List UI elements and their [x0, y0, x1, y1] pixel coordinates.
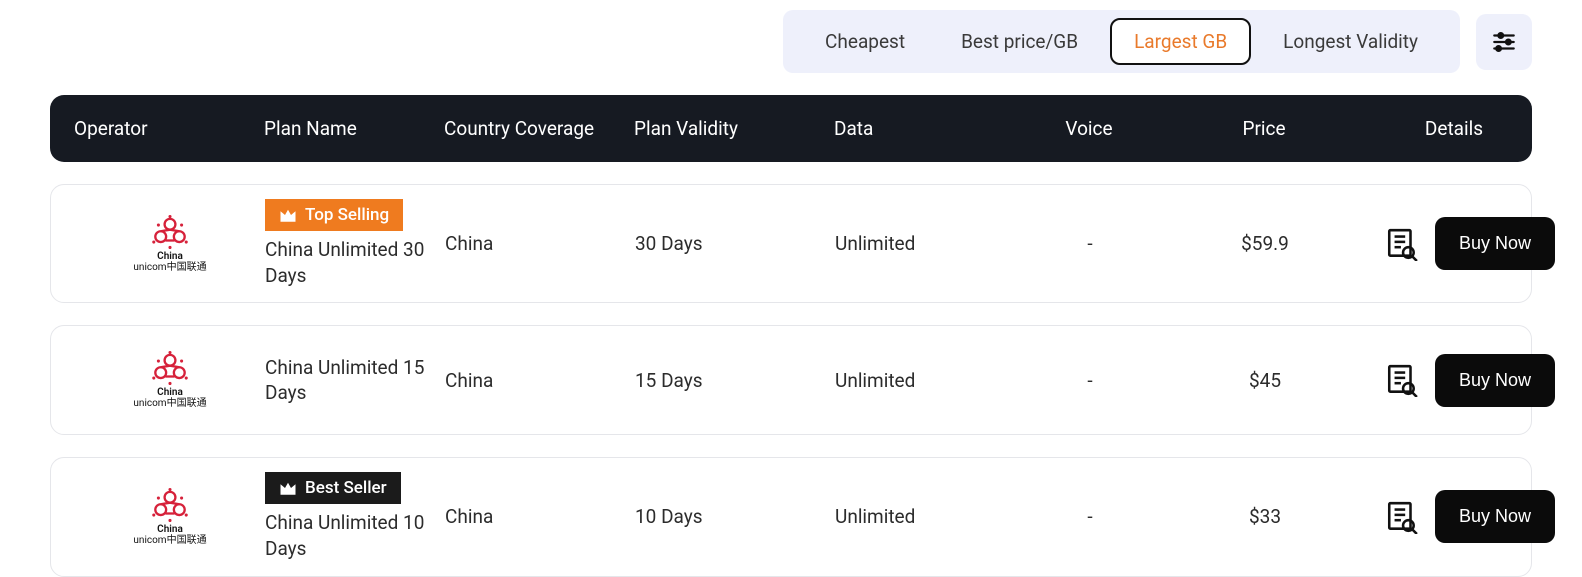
operator-logo: Chinaunicom中国联通	[120, 214, 220, 274]
details-icon[interactable]	[1385, 363, 1419, 397]
plan-name: China Unlimited 30 Days	[265, 237, 445, 288]
plan-badge-text: Best Seller	[305, 478, 387, 498]
details-icon[interactable]	[1385, 500, 1419, 534]
operator-cell: Chinaunicom中国联通	[75, 350, 265, 410]
country-cell: China	[445, 369, 635, 392]
settings-button[interactable]	[1476, 14, 1532, 70]
table-header: Operator Plan Name Country Coverage Plan…	[50, 95, 1532, 162]
operator-logo-text: Chinaunicom中国联通	[133, 387, 206, 409]
validity-cell: 15 Days	[635, 369, 835, 392]
buy-now-button[interactable]: Buy Now	[1435, 217, 1555, 270]
price-cell: $45	[1175, 369, 1355, 392]
filter-tab-cheapest[interactable]: Cheapest	[801, 18, 929, 65]
plan-badge: Top Selling	[265, 199, 403, 231]
plan-badge-text: Top Selling	[305, 205, 389, 225]
plan-name: China Unlimited 10 Days	[265, 510, 445, 561]
details-cell: Buy Now	[1355, 490, 1555, 543]
col-data: Data	[834, 117, 1004, 140]
data-cell: Unlimited	[835, 505, 1005, 528]
plan-cell: China Unlimited 15 Days	[265, 355, 445, 406]
details-cell: Buy Now	[1355, 217, 1555, 270]
validity-cell: 10 Days	[635, 505, 835, 528]
col-voice: Voice	[1004, 117, 1174, 140]
table-row: Chinaunicom中国联通 Top Selling China Unlimite…	[50, 184, 1532, 303]
voice-cell: -	[1005, 505, 1175, 528]
col-details: Details	[1354, 117, 1554, 140]
data-cell: Unlimited	[835, 369, 1005, 392]
voice-cell: -	[1005, 369, 1175, 392]
table-row: Chinaunicom中国联通China Unlimited 15 DaysCh…	[50, 325, 1532, 435]
operator-logo: Chinaunicom中国联通	[120, 487, 220, 547]
price-cell: $59.9	[1175, 232, 1355, 255]
filter-tabs: CheapestBest price/GBLargest GBLongest V…	[783, 10, 1460, 73]
col-validity: Plan Validity	[634, 117, 834, 140]
operator-logo: Chinaunicom中国联通	[120, 350, 220, 410]
col-plan-name: Plan Name	[264, 117, 444, 140]
col-country: Country Coverage	[444, 117, 634, 140]
validity-cell: 30 Days	[635, 232, 835, 255]
filter-tab-longest-validity[interactable]: Longest Validity	[1259, 18, 1442, 65]
col-price: Price	[1174, 117, 1354, 140]
plan-cell: Best Seller China Unlimited 10 Days	[265, 472, 445, 561]
buy-now-button[interactable]: Buy Now	[1435, 354, 1555, 407]
operator-logo-text: Chinaunicom中国联通	[133, 251, 206, 273]
price-cell: $33	[1175, 505, 1355, 528]
buy-now-button[interactable]: Buy Now	[1435, 490, 1555, 543]
voice-cell: -	[1005, 232, 1175, 255]
operator-cell: Chinaunicom中国联通	[75, 214, 265, 274]
filter-tab-best-price-gb[interactable]: Best price/GB	[937, 18, 1102, 65]
details-icon[interactable]	[1385, 227, 1419, 261]
details-cell: Buy Now	[1355, 354, 1555, 407]
table-row: Chinaunicom中国联通 Best Seller China Unlimite…	[50, 457, 1532, 576]
operator-logo-text: Chinaunicom中国联通	[133, 524, 206, 546]
filter-tab-largest-gb[interactable]: Largest GB	[1110, 18, 1251, 65]
plan-name: China Unlimited 15 Days	[265, 355, 445, 406]
country-cell: China	[445, 232, 635, 255]
operator-cell: Chinaunicom中国联通	[75, 487, 265, 547]
col-operator: Operator	[74, 117, 264, 140]
plan-badge: Best Seller	[265, 472, 401, 504]
data-cell: Unlimited	[835, 232, 1005, 255]
sliders-icon	[1491, 29, 1517, 55]
plan-cell: Top Selling China Unlimited 30 Days	[265, 199, 445, 288]
country-cell: China	[445, 505, 635, 528]
